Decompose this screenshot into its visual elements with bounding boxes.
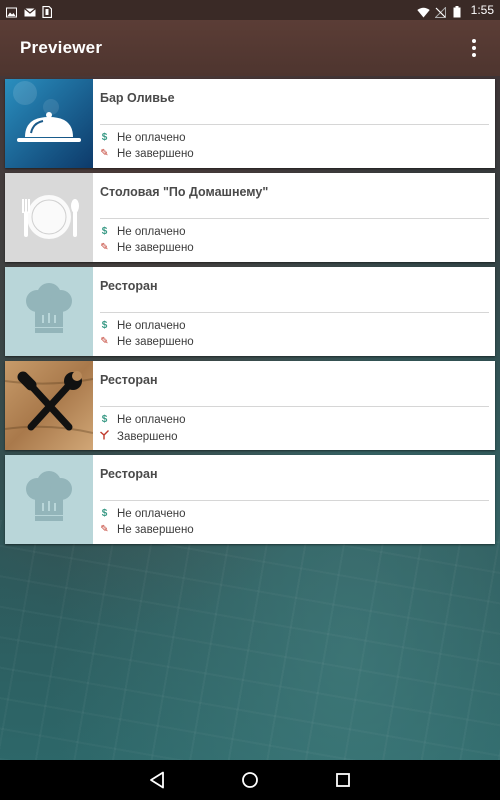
dollar-icon: $: [101, 132, 108, 143]
payment-status: $ Не оплачено: [100, 320, 186, 332]
payment-label: Не оплачено: [117, 508, 186, 520]
payment-label: Не оплачено: [117, 414, 186, 426]
list-item[interactable]: Столовая "По Домашнему" $ Не оплачено ✎ …: [5, 173, 495, 262]
dollar-icon: $: [101, 508, 108, 519]
completion-label: Не завершено: [117, 148, 194, 160]
recents-icon[interactable]: [328, 765, 358, 795]
payment-label: Не оплачено: [117, 320, 186, 332]
tools-icon: [5, 361, 93, 450]
back-icon[interactable]: [142, 765, 172, 795]
clock: 1:55: [470, 3, 494, 17]
completion-label: Не завершено: [117, 242, 194, 254]
completion-status: Завершено: [100, 430, 177, 444]
divider: [100, 406, 489, 407]
restaurant-list: Бар Оливье $ Не оплачено ✎ Не завершено: [5, 79, 495, 549]
background-texture: [0, 520, 500, 760]
dollar-icon: $: [101, 226, 108, 237]
list-item[interactable]: Бар Оливье $ Не оплачено ✎ Не завершено: [5, 79, 495, 168]
card-title: Ресторан: [100, 467, 158, 481]
payment-status: $ Не оплачено: [100, 226, 186, 238]
payment-status: $ Не оплачено: [100, 508, 186, 520]
card-title: Ресторан: [100, 279, 158, 293]
payment-status: $ Не оплачено: [100, 132, 186, 144]
list-item[interactable]: Ресторан $ Не оплачено Завершено: [5, 361, 495, 450]
pencil-icon: ✎: [100, 242, 109, 253]
card-title: Столовая "По Домашнему": [100, 185, 269, 199]
status-bar: 1:55: [0, 0, 500, 20]
no-signal-icon: [433, 5, 446, 18]
home-icon[interactable]: [235, 765, 265, 795]
cloche-icon: [5, 79, 93, 168]
completion-status: ✎ Не завершено: [100, 524, 194, 536]
notification-icons: [6, 5, 53, 18]
payment-status: $ Не оплачено: [100, 414, 186, 426]
plate-cutlery-icon: [5, 173, 93, 262]
payment-label: Не оплачено: [117, 132, 186, 144]
dollar-icon: $: [101, 320, 108, 331]
pencil-icon: ✎: [100, 336, 109, 347]
system-icons: 1:55: [416, 3, 494, 18]
completion-status: ✎ Не завершено: [100, 242, 194, 254]
pencil-icon: ✎: [100, 148, 109, 159]
list-item[interactable]: Ресторан $ Не оплачено ✎ Не завершено: [5, 267, 495, 356]
divider: [100, 312, 489, 313]
completion-status: ✎ Не завершено: [100, 336, 194, 348]
list-item[interactable]: Ресторан $ Не оплачено ✎ Не завершено: [5, 455, 495, 544]
dollar-icon: $: [101, 414, 108, 425]
more-vert-icon[interactable]: [462, 36, 486, 60]
check-icon: [100, 430, 109, 444]
battery-icon: [453, 5, 464, 17]
chef-hat-icon: [5, 267, 93, 356]
chef-hat-icon: [5, 455, 93, 544]
payment-label: Не оплачено: [117, 226, 186, 238]
completion-label: Не завершено: [117, 524, 194, 536]
mail-icon: [24, 5, 36, 16]
divider: [100, 218, 489, 219]
card-title: Ресторан: [100, 373, 158, 387]
sim-card-icon: [42, 5, 53, 18]
divider: [100, 500, 489, 501]
completion-label: Завершено: [117, 431, 178, 443]
navigation-bar: [0, 760, 500, 800]
wifi-icon: [416, 5, 430, 17]
app-bar: Previewer: [0, 20, 500, 76]
card-title: Бар Оливье: [100, 91, 175, 105]
app-title: Previewer: [20, 38, 103, 57]
image-icon: [6, 5, 17, 17]
completion-status: ✎ Не завершено: [100, 148, 194, 160]
divider: [100, 124, 489, 125]
completion-label: Не завершено: [117, 336, 194, 348]
pencil-icon: ✎: [100, 524, 109, 535]
